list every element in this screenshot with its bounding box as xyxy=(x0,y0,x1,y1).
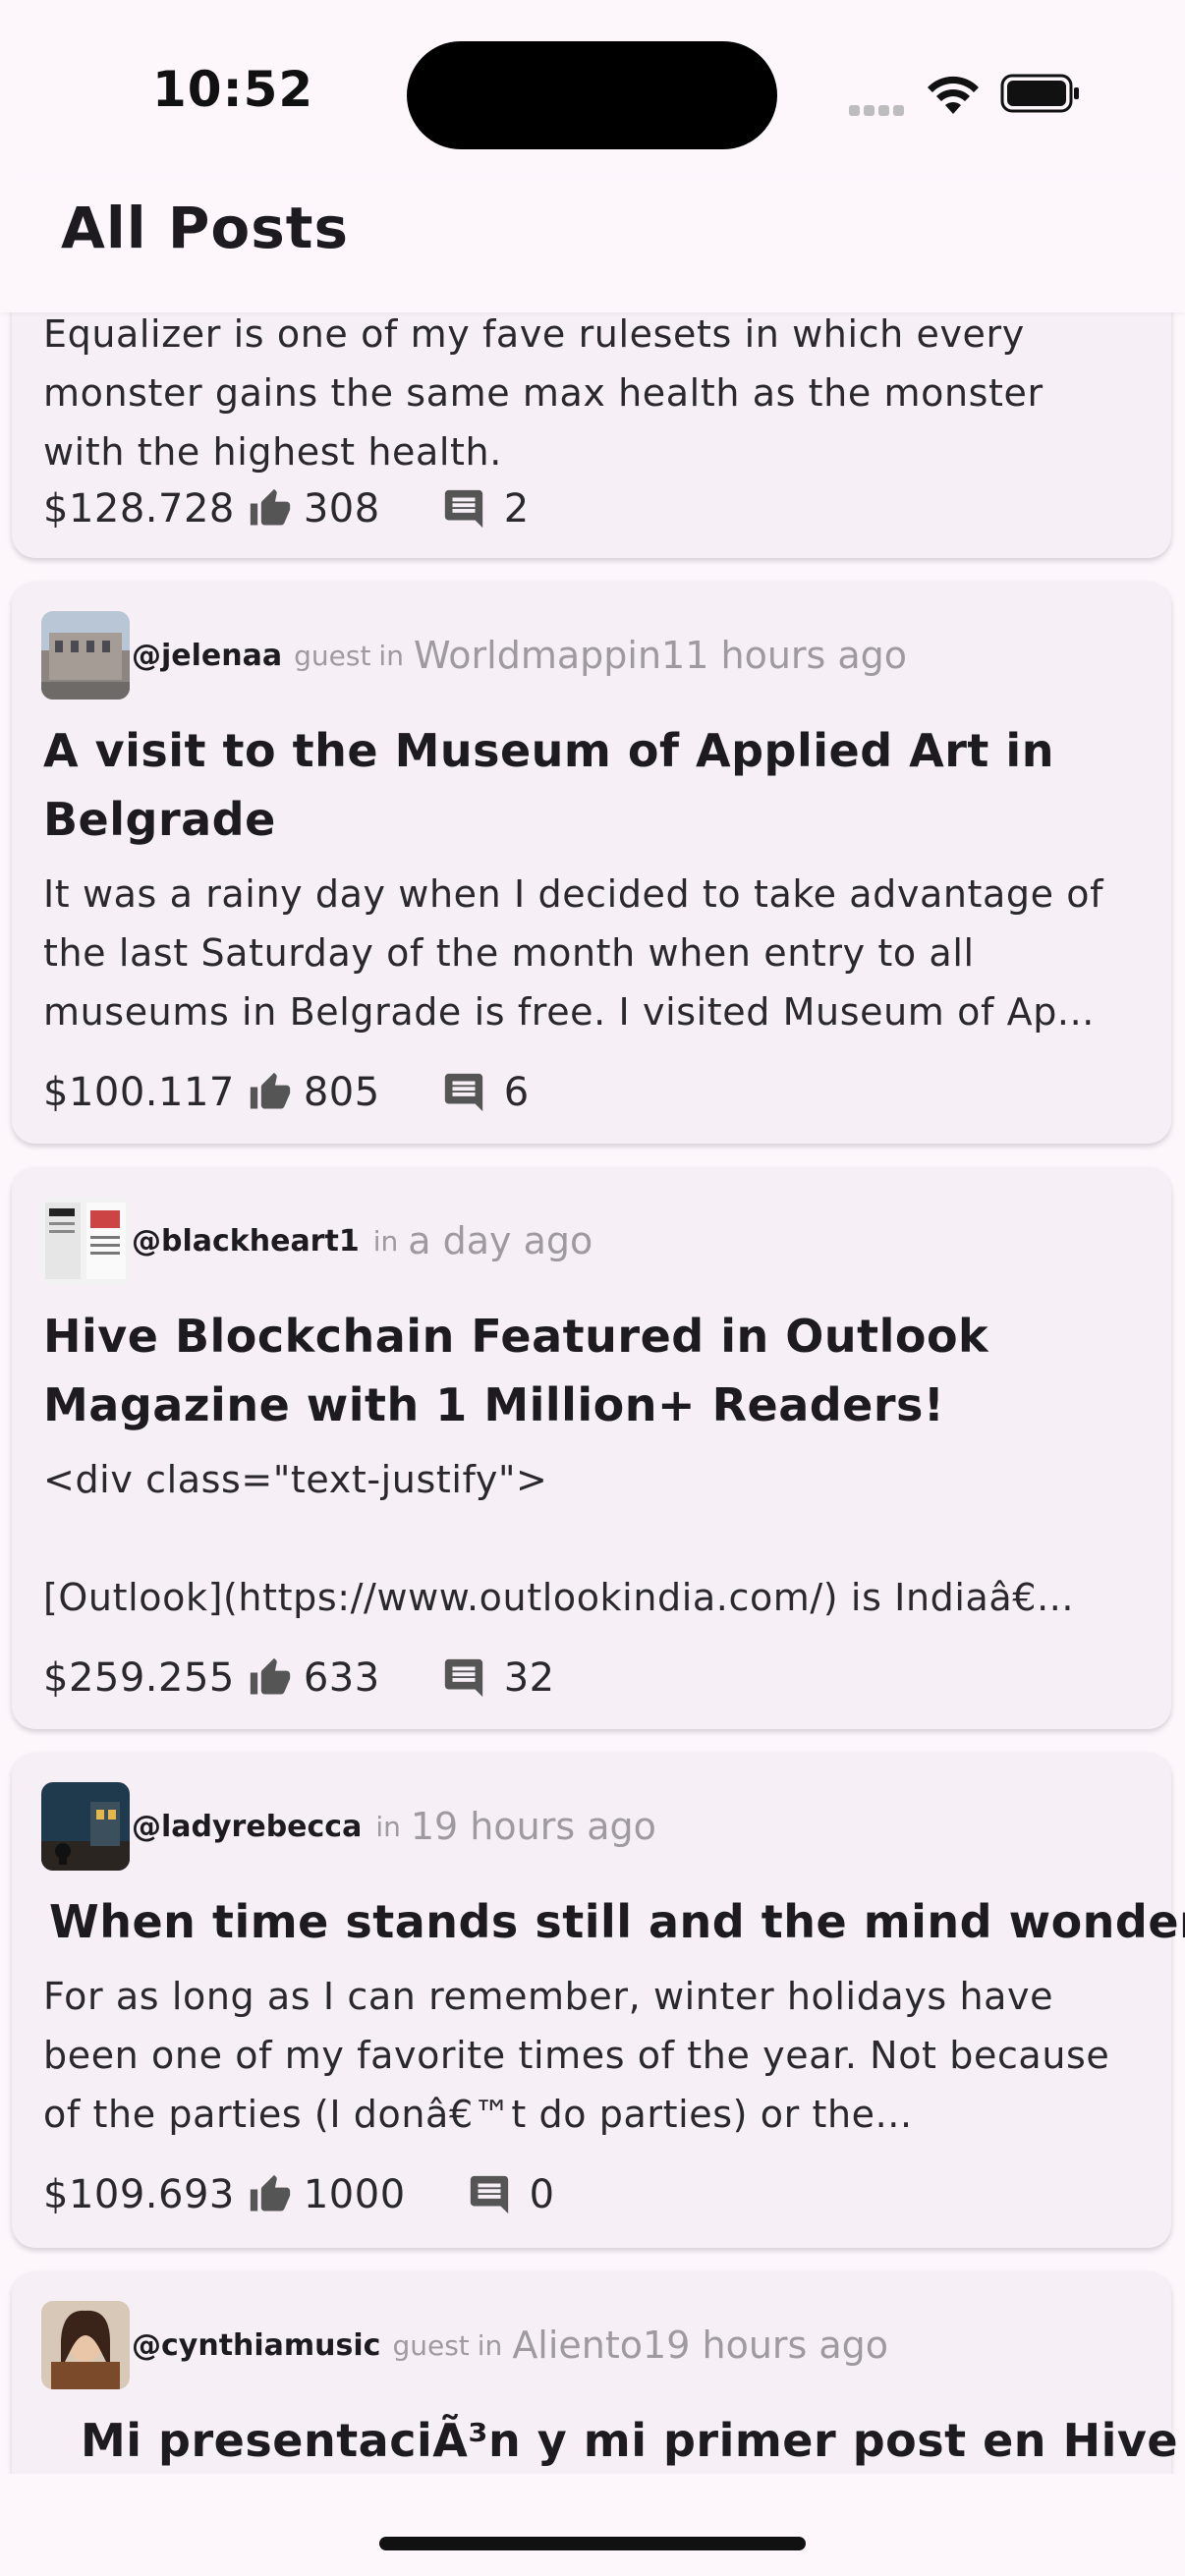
post-card[interactable]: @cynthiamusic guest in Aliento 19 hours a… xyxy=(12,2271,1178,2474)
payout-value: $259.255 xyxy=(43,1655,235,1701)
post-meta: @blackheart1 in a day ago xyxy=(41,1197,592,1285)
comment-count: 2 xyxy=(503,486,530,532)
cellular-signal-icon xyxy=(849,101,908,116)
post-card[interactable]: @blackheart1 in a day ago Hive Blockchai… xyxy=(12,1167,1171,1729)
post-title[interactable]: Mi presentaciÃ³n y mi primer post en Hiv… xyxy=(81,2406,1178,2474)
post-footer: $100.117 805 6 xyxy=(43,1063,530,1122)
post-feed[interactable]: Equalizer is one of my fave rulesets in … xyxy=(0,312,1185,2474)
comment-count: 0 xyxy=(529,2172,555,2217)
avatar[interactable] xyxy=(41,611,130,700)
dynamic-island xyxy=(407,41,777,149)
comment-icon[interactable] xyxy=(441,1070,486,1115)
author-role: guest xyxy=(294,639,371,672)
vote-count: 1000 xyxy=(303,2172,406,2217)
post-excerpt: It was a rainy day when I decided to tak… xyxy=(43,872,1104,1034)
post-title[interactable]: Hive Blockchain Featured in Outlook Maga… xyxy=(43,1302,1148,1439)
thumb-up-icon[interactable] xyxy=(249,487,292,531)
post-excerpt: <div class="text-justify"> [Outlook](htt… xyxy=(43,1458,1075,1619)
payout-value: $100.117 xyxy=(43,1070,235,1115)
thumb-up-icon[interactable] xyxy=(249,1071,292,1114)
in-label: in xyxy=(372,1224,399,1258)
post-footer: $259.255 633 32 xyxy=(43,1649,555,1708)
comment-count: 6 xyxy=(503,1070,530,1115)
post-card[interactable]: @ladyrebecca in 19 hours ago When time s… xyxy=(12,1753,1185,2248)
author-role: guest xyxy=(392,2328,470,2362)
home-indicator[interactable] xyxy=(379,2537,806,2550)
page-title: All Posts xyxy=(61,195,349,261)
payout-value: $128.728 xyxy=(43,486,235,532)
post-meta: @cynthiamusic guest in Aliento 19 hours a… xyxy=(41,2301,888,2389)
avatar[interactable] xyxy=(41,2301,130,2389)
vote-count: 308 xyxy=(303,486,380,532)
comment-icon[interactable] xyxy=(467,2172,512,2217)
post-meta: @ladyrebecca in 19 hours ago xyxy=(41,1782,656,1871)
vote-count: 633 xyxy=(303,1655,380,1701)
post-time: 11 hours ago xyxy=(661,634,908,677)
post-time: 19 hours ago xyxy=(643,2324,889,2367)
app-bar: All Posts xyxy=(0,177,1185,312)
in-label: in xyxy=(375,1810,401,1843)
community-name[interactable]: Aliento xyxy=(512,2324,643,2367)
avatar[interactable] xyxy=(41,1782,130,1871)
thumb-up-icon[interactable] xyxy=(249,1656,292,1700)
post-footer: $128.728 308 2 xyxy=(43,479,530,538)
in-label: in xyxy=(477,2328,503,2362)
post-time: a day ago xyxy=(408,1219,593,1262)
post-card[interactable]: @jelenaa guest in Worldmappin 11 hours ag… xyxy=(12,582,1171,1144)
post-excerpt: For as long as I can remember, winter ho… xyxy=(43,1975,1110,2136)
bottom-safe-area xyxy=(0,2474,1185,2576)
post-title[interactable]: When time stands still and the mind wond… xyxy=(49,1887,1185,1956)
comment-icon[interactable] xyxy=(441,486,486,532)
post-meta: @jelenaa guest in Worldmappin 11 hours ag… xyxy=(41,611,907,700)
battery-icon xyxy=(1000,74,1079,113)
post-excerpt: Equalizer is one of my fave rulesets in … xyxy=(43,312,1044,474)
status-bar: 10:52 xyxy=(0,0,1185,177)
avatar[interactable] xyxy=(41,1197,130,1285)
author-name[interactable]: @ladyrebecca xyxy=(132,1810,362,1844)
comment-count: 32 xyxy=(503,1655,555,1701)
post-footer: $109.693 1000 0 xyxy=(43,2165,555,2224)
community-name[interactable]: Worldmappin xyxy=(414,634,661,677)
author-name[interactable]: @blackheart1 xyxy=(132,1224,360,1259)
in-label: in xyxy=(378,639,404,672)
wifi-icon xyxy=(928,76,979,114)
author-name[interactable]: @jelenaa xyxy=(132,639,282,673)
payout-value: $109.693 xyxy=(43,2172,235,2217)
post-time: 19 hours ago xyxy=(410,1805,656,1848)
post-card[interactable]: Equalizer is one of my fave rulesets in … xyxy=(12,312,1171,558)
post-title[interactable]: A visit to the Museum of Applied Art in … xyxy=(43,716,1148,854)
vote-count: 805 xyxy=(303,1070,380,1115)
author-name[interactable]: @cynthiamusic xyxy=(132,2328,380,2363)
comment-icon[interactable] xyxy=(441,1655,486,1701)
thumb-up-icon[interactable] xyxy=(249,2173,292,2216)
status-time: 10:52 xyxy=(152,61,314,118)
